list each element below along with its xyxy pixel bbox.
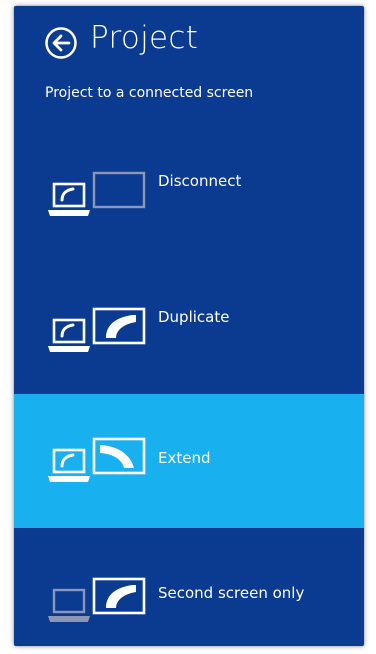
- option-label: Second screen only: [158, 584, 305, 602]
- option-label: Extend: [158, 449, 211, 467]
- duplicate-icon: [48, 307, 146, 352]
- option-duplicate[interactable]: Duplicate: [14, 272, 364, 406]
- disconnect-icon: [48, 171, 146, 216]
- second-screen-only-icon: [48, 577, 146, 622]
- option-extend[interactable]: Extend: [14, 394, 364, 528]
- back-arrow-icon: [45, 27, 77, 59]
- project-pane: Project Project to a connected screen Di…: [14, 6, 364, 646]
- extend-icon: [48, 437, 146, 482]
- option-second-screen-only[interactable]: Second screen only: [14, 528, 364, 646]
- page-subtitle: Project to a connected screen: [45, 85, 254, 101]
- page-title: Project: [90, 20, 199, 56]
- option-label: Disconnect: [158, 172, 242, 190]
- option-label: Duplicate: [158, 308, 230, 326]
- option-disconnect[interactable]: Disconnect: [14, 136, 364, 270]
- back-button[interactable]: [44, 26, 78, 60]
- pane-header: Project Project to a connected screen: [14, 6, 364, 136]
